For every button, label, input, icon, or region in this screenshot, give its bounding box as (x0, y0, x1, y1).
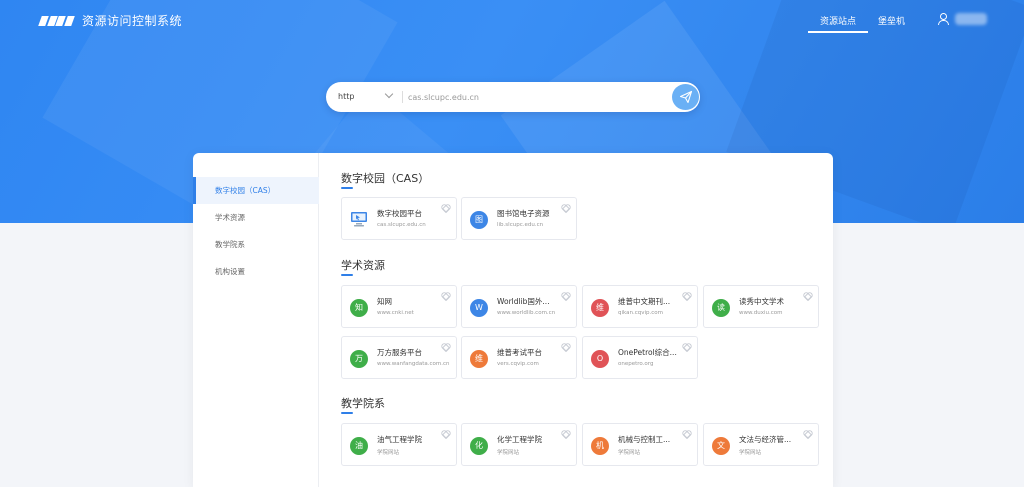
resource-card[interactable]: 知 知网 www.cnki.net (341, 285, 457, 328)
resource-card[interactable]: 油 油气工程学院 学院网站 (341, 423, 457, 466)
resource-name: 维普中文期刊... (618, 297, 671, 306)
resource-url: qikan.cqvip.com (618, 310, 663, 316)
resource-card[interactable]: 图 图书馆电子资源 lib.slcupc.edu.cn (461, 197, 577, 240)
favorite-heart-icon[interactable] (562, 204, 569, 210)
library-icon: 图 (470, 211, 488, 229)
resource-card[interactable]: 数字校园平台 cas.slcupc.edu.cn (341, 197, 457, 240)
url-input[interactable] (408, 88, 668, 106)
resource-card[interactable]: O OnePetrol综合... onepetro.org (582, 336, 698, 379)
cqvip-icon: 维 (591, 299, 609, 317)
resource-url: 学院网站 (739, 450, 762, 456)
user-name[interactable] (955, 13, 987, 25)
paper-plane-icon (679, 90, 692, 104)
chevron-down-icon[interactable] (384, 89, 394, 99)
resource-name: OnePetrol综合... (618, 348, 677, 357)
resource-name: 知网 (377, 297, 392, 306)
resource-name: 油气工程学院 (377, 435, 422, 444)
resource-url: cas.slcupc.edu.cn (377, 222, 426, 228)
nav-resource-sites[interactable]: 资源站点 (807, 14, 869, 33)
favorite-heart-icon[interactable] (442, 343, 449, 349)
section-title-cas: 数字校园（CAS） (341, 172, 430, 189)
resource-url: www.worldlib.com.cn (497, 310, 556, 316)
resource-url: lib.slcupc.edu.cn (497, 222, 544, 228)
favorite-heart-icon[interactable] (442, 292, 449, 298)
favorite-heart-icon[interactable] (683, 292, 690, 298)
resource-name: Worldlib国外... (497, 297, 550, 306)
favorite-heart-icon[interactable] (442, 430, 449, 436)
resource-name: 化学工程学院 (497, 435, 542, 444)
resource-card[interactable]: 机 机械与控制工... 学院网站 (582, 423, 698, 466)
favorite-heart-icon[interactable] (562, 292, 569, 298)
resource-url: 学院网站 (618, 450, 641, 456)
section-title-academic: 学术资源 (341, 259, 385, 276)
sidebar-item-institutions[interactable]: 机构设置 (193, 258, 319, 285)
resource-name: 图书馆电子资源 (497, 209, 550, 218)
resource-name: 万方服务平台 (377, 348, 422, 357)
mech-icon: 机 (591, 437, 609, 455)
resource-url: www.cnki.net (377, 310, 414, 316)
vers-icon: 维 (470, 350, 488, 368)
resource-card[interactable]: 读 读秀中文学术 www.duxiu.com (703, 285, 819, 328)
resource-url: vers.cqvip.com (497, 361, 539, 367)
onepetro-icon: O (591, 350, 609, 368)
resource-url: onepetro.org (618, 361, 654, 367)
resource-card[interactable]: 维 维普考试平台 vers.cqvip.com (461, 336, 577, 379)
resource-card[interactable]: 化 化学工程学院 学院网站 (461, 423, 577, 466)
protocol-select[interactable]: http (338, 92, 354, 101)
oil-gas-icon: 油 (350, 437, 368, 455)
resource-card[interactable]: 万 万方服务平台 www.wanfangdata.com.cn (341, 336, 457, 379)
resource-card[interactable]: 文 文法与经济管... 学院网站 (703, 423, 819, 466)
wanfang-icon: 万 (350, 350, 368, 368)
sidebar-item-departments[interactable]: 教学院系 (193, 231, 319, 258)
resource-panel: 数字校园（CAS） 学术资源 教学院系 机构设置 数字校园（CAS） 学术资源 … (193, 153, 833, 487)
resource-url: www.duxiu.com (739, 310, 783, 316)
resource-name: 文法与经济管... (739, 435, 792, 444)
send-button[interactable] (672, 84, 699, 110)
resource-name: 维普考试平台 (497, 348, 542, 357)
favorite-heart-icon[interactable] (683, 430, 690, 436)
favorite-heart-icon[interactable] (442, 204, 449, 210)
logo-icon (38, 14, 74, 28)
law-econ-icon: 文 (712, 437, 730, 455)
search-bar: http (326, 82, 700, 112)
resource-url: 学院网站 (497, 450, 520, 456)
worldlib-icon: W (470, 299, 488, 317)
chem-icon: 化 (470, 437, 488, 455)
sidebar-item-academic[interactable]: 学术资源 (193, 204, 319, 231)
divider (402, 91, 403, 103)
duxiu-icon: 读 (712, 299, 730, 317)
sidebar-item-cas[interactable]: 数字校园（CAS） (193, 177, 319, 204)
favorite-heart-icon[interactable] (804, 430, 811, 436)
favorite-heart-icon[interactable] (683, 343, 690, 349)
resource-card[interactable]: W Worldlib国外... www.worldlib.com.cn (461, 285, 577, 328)
resource-card[interactable]: 维 维普中文期刊... qikan.cqvip.com (582, 285, 698, 328)
resource-name: 机械与控制工... (618, 435, 671, 444)
user-icon[interactable] (938, 13, 949, 25)
app-title: 资源访问控制系统 (82, 14, 183, 28)
resource-url: www.wanfangdata.com.cn (377, 361, 450, 367)
section-title-departments: 教学院系 (341, 397, 385, 414)
cnki-icon: 知 (350, 299, 368, 317)
resource-name: 读秀中文学术 (739, 297, 784, 306)
monitor-icon (350, 210, 368, 228)
sidebar: 数字校园（CAS） 学术资源 教学院系 机构设置 (193, 153, 319, 487)
resource-url: 学院网站 (377, 450, 400, 456)
resource-name: 数字校园平台 (377, 209, 422, 218)
favorite-heart-icon[interactable] (562, 343, 569, 349)
nav-bastion-host[interactable]: 堡垒机 (878, 14, 905, 27)
favorite-heart-icon[interactable] (562, 430, 569, 436)
favorite-heart-icon[interactable] (804, 292, 811, 298)
